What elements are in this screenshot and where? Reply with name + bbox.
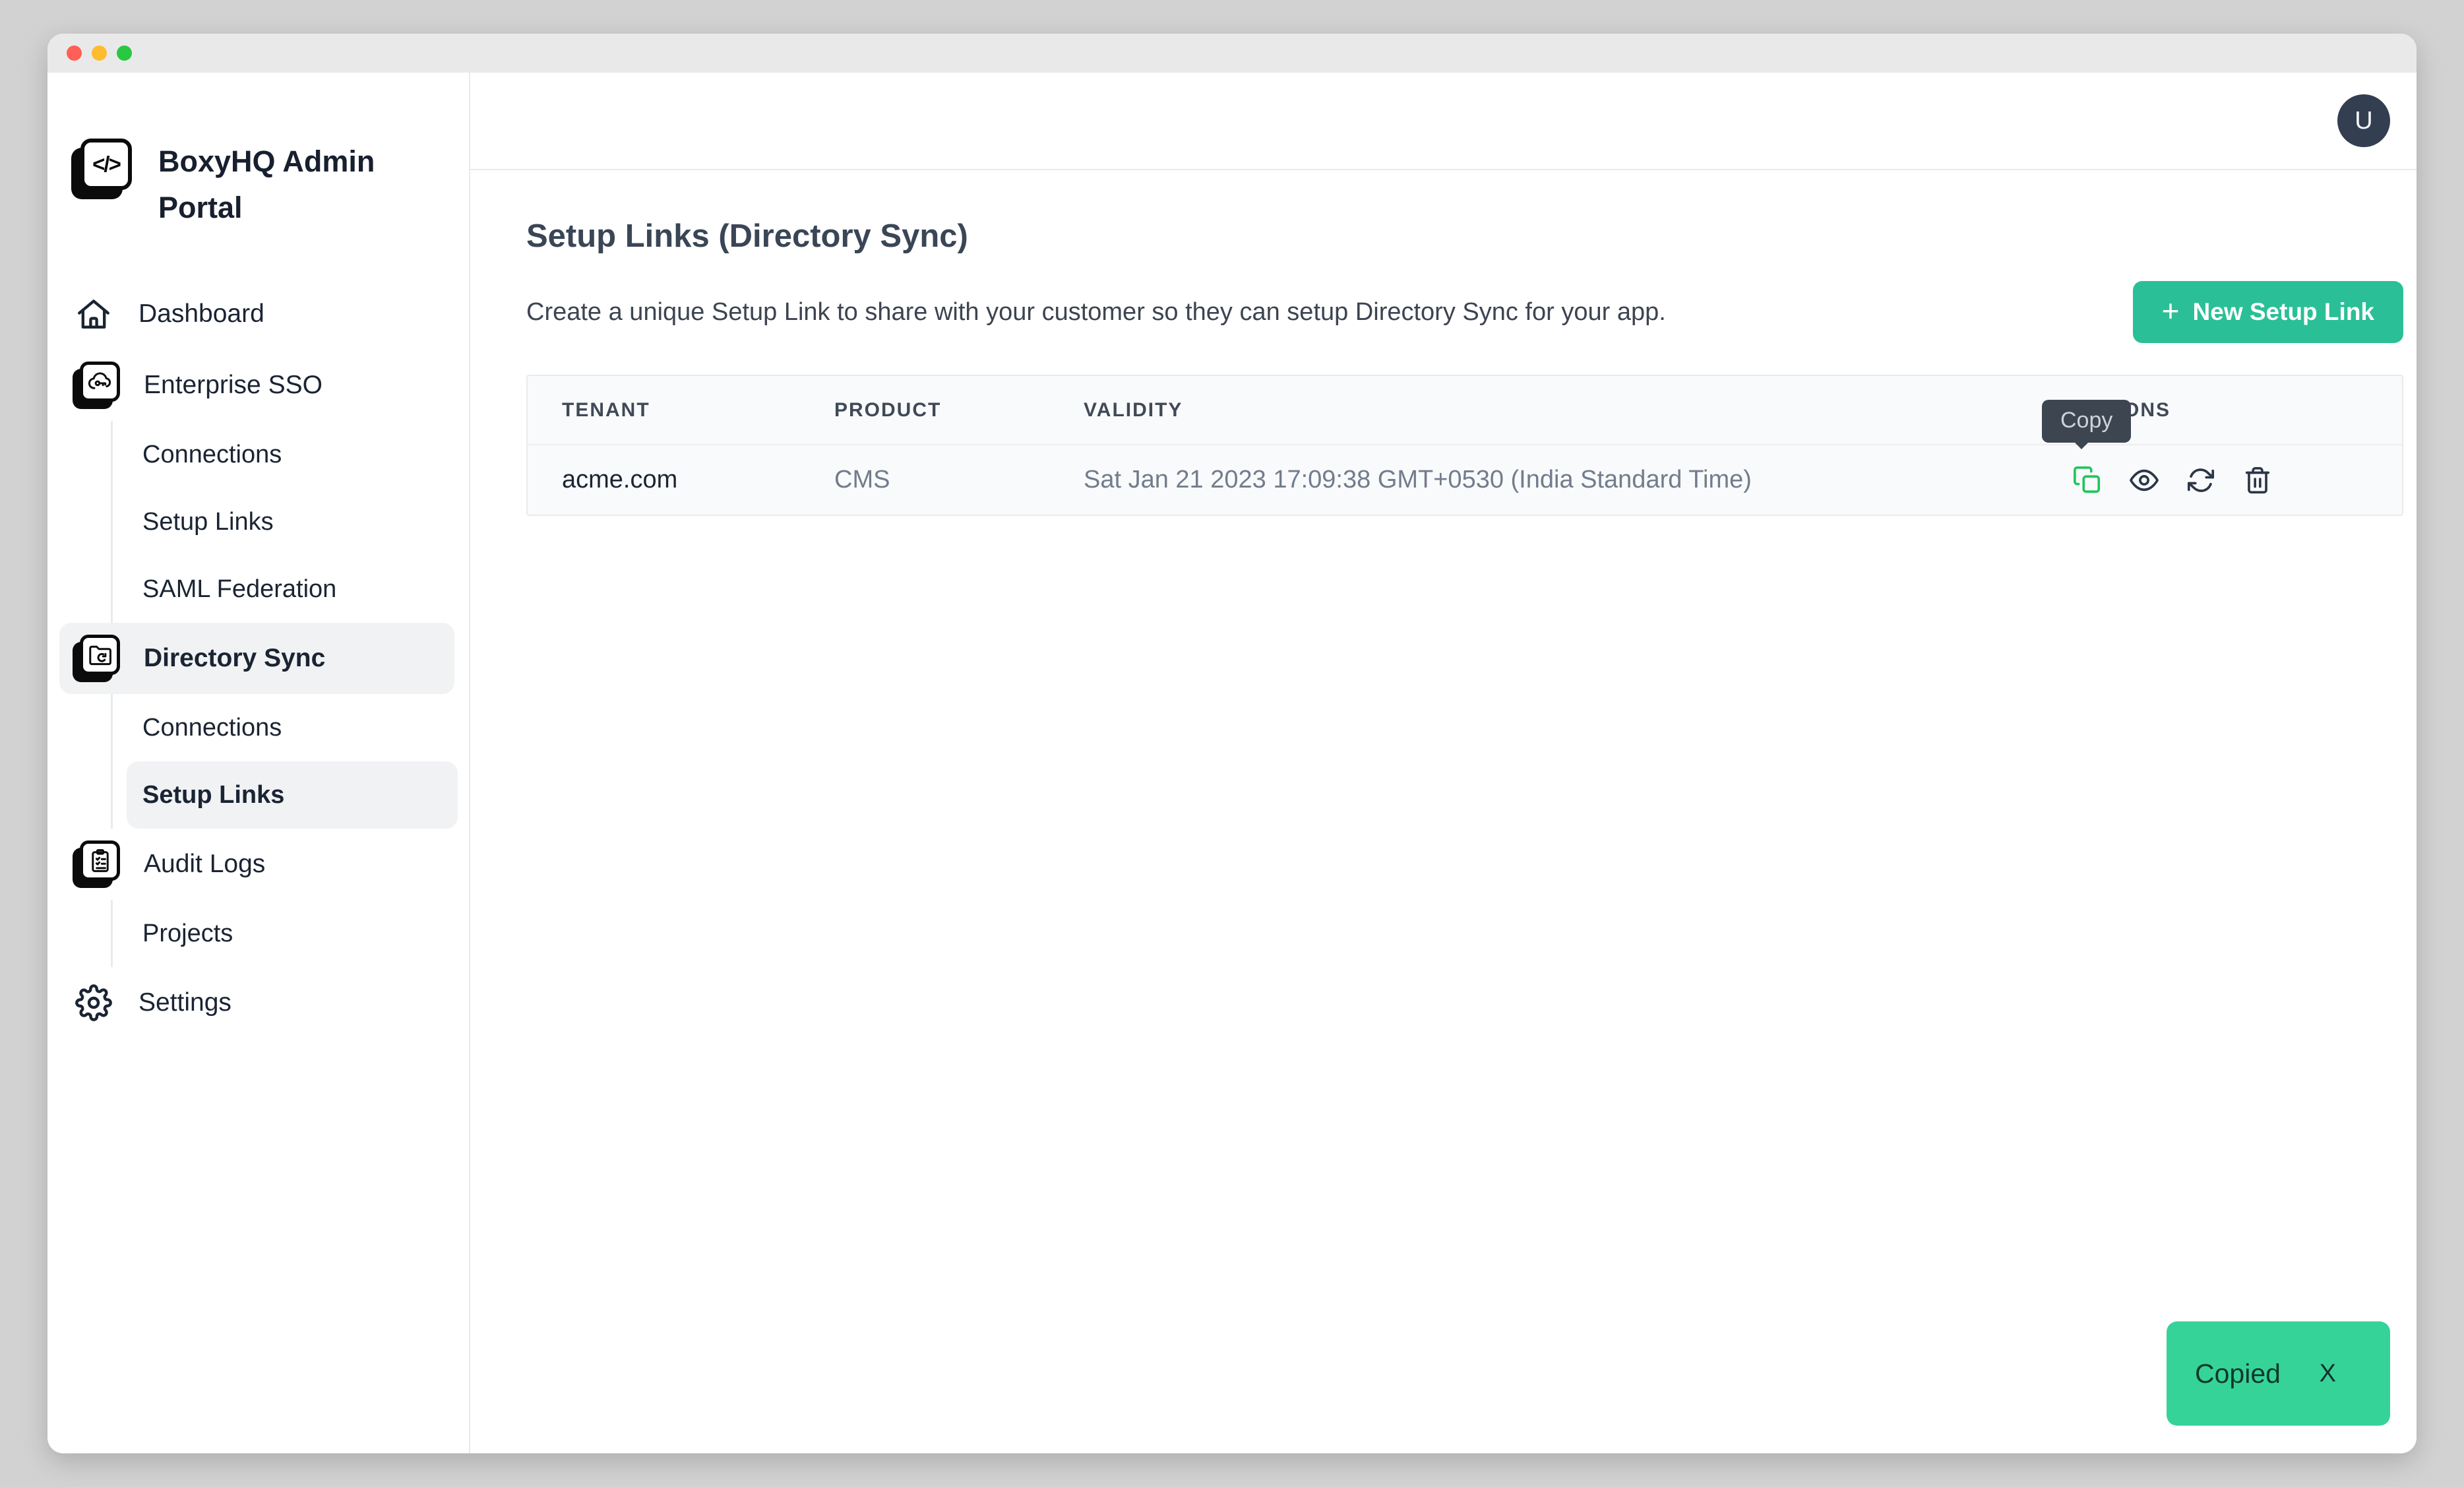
app-logo: </> BoxyHQ Admin Portal [47,139,469,231]
sidebar-nav: Dashboard Enterprise SSO [47,278,469,1038]
main-area: U Setup Links (Directory Sync) Create a … [470,73,2417,1453]
avatar[interactable]: U [2337,94,2390,147]
sidebar-item-label: Setup Links [142,508,274,536]
table-row: acme.com CMS Sat Jan 21 2023 17:09:38 GM… [528,444,2402,515]
zoom-window-button[interactable] [117,46,132,61]
boxyhq-logo-icon: </> [71,139,133,201]
new-setup-link-label: New Setup Link [2193,298,2374,326]
setup-links-table: TENANT PRODUCT VALIDITY ACTIONS acme.com… [526,375,2403,516]
page-content: Setup Links (Directory Sync) Create a un… [470,170,2417,516]
cell-tenant: acme.com [528,466,834,494]
refresh-icon[interactable] [2186,465,2216,495]
toast-message: Copied [2195,1358,2281,1389]
topbar: U [470,73,2417,170]
home-icon [73,293,115,335]
copy-icon[interactable] [2072,465,2103,495]
sidebar-item-sso-connections[interactable]: Connections [113,421,469,488]
enterprise-sso-sublist: Connections Setup Links SAML Federation [111,421,469,623]
sidebar-item-label: Projects [142,920,233,948]
folder-sync-icon [73,635,120,682]
sidebar-item-dsync-setup-links[interactable]: Setup Links [127,761,458,829]
copy-tooltip-label: Copy [2060,408,2112,433]
directory-sync-sublist: Connections Setup Links [111,694,469,829]
sidebar: </> BoxyHQ Admin Portal Dashboard [47,73,470,1453]
app-body: </> BoxyHQ Admin Portal Dashboard [47,73,2417,1453]
column-header-product: PRODUCT [834,399,1084,422]
window-titlebar [47,34,2417,73]
sidebar-item-settings[interactable]: Settings [47,967,469,1038]
sidebar-item-label: Connections [142,441,282,469]
sidebar-item-label: Setup Links [142,781,284,809]
code-icon: </> [92,152,120,177]
sidebar-item-projects[interactable]: Projects [113,900,469,967]
app-window: </> BoxyHQ Admin Portal Dashboard [47,34,2417,1453]
sidebar-item-label: Audit Logs [144,850,265,879]
eye-icon[interactable] [2129,465,2159,495]
sidebar-item-label: Settings [139,988,231,1017]
plus-icon: + [2162,296,2180,326]
cell-product: CMS [834,466,1084,494]
cloud-key-icon [73,362,120,409]
sidebar-item-audit-logs[interactable]: Audit Logs [47,829,469,900]
page-title: Setup Links (Directory Sync) [526,218,2403,255]
cell-validity: Sat Jan 21 2023 17:09:38 GMT+0530 (India… [1084,466,2072,494]
sidebar-item-label: Enterprise SSO [144,371,323,400]
close-window-button[interactable] [67,46,82,61]
sidebar-item-label: Dashboard [139,300,264,329]
copied-toast: Copied X [2167,1321,2390,1426]
sidebar-item-saml-federation[interactable]: SAML Federation [113,555,469,623]
app-title: BoxyHQ Admin Portal [158,139,376,231]
audit-logs-sublist: Projects [111,900,469,967]
sidebar-item-sso-setup-links[interactable]: Setup Links [113,488,469,555]
minimize-window-button[interactable] [92,46,107,61]
sidebar-item-label: SAML Federation [142,575,336,604]
page-description: Create a unique Setup Link to share with… [526,298,1666,327]
column-header-tenant: TENANT [528,399,834,422]
row-actions [2072,465,2402,495]
sidebar-item-dsync-connections[interactable]: Connections [113,694,469,761]
close-icon[interactable]: X [2320,1360,2336,1388]
new-setup-link-button[interactable]: + New Setup Link [2133,281,2403,343]
sidebar-item-label: Connections [142,714,282,742]
sidebar-item-label: Directory Sync [144,644,325,673]
sidebar-item-dashboard[interactable]: Dashboard [47,278,469,350]
column-header-validity: VALIDITY [1084,399,2072,422]
copy-tooltip: Copy [2042,400,2131,443]
sidebar-item-directory-sync[interactable]: Directory Sync [59,623,454,694]
trash-icon[interactable] [2242,465,2273,495]
clipboard-icon [73,840,120,888]
sidebar-item-enterprise-sso[interactable]: Enterprise SSO [47,350,469,421]
gear-icon [73,982,115,1024]
